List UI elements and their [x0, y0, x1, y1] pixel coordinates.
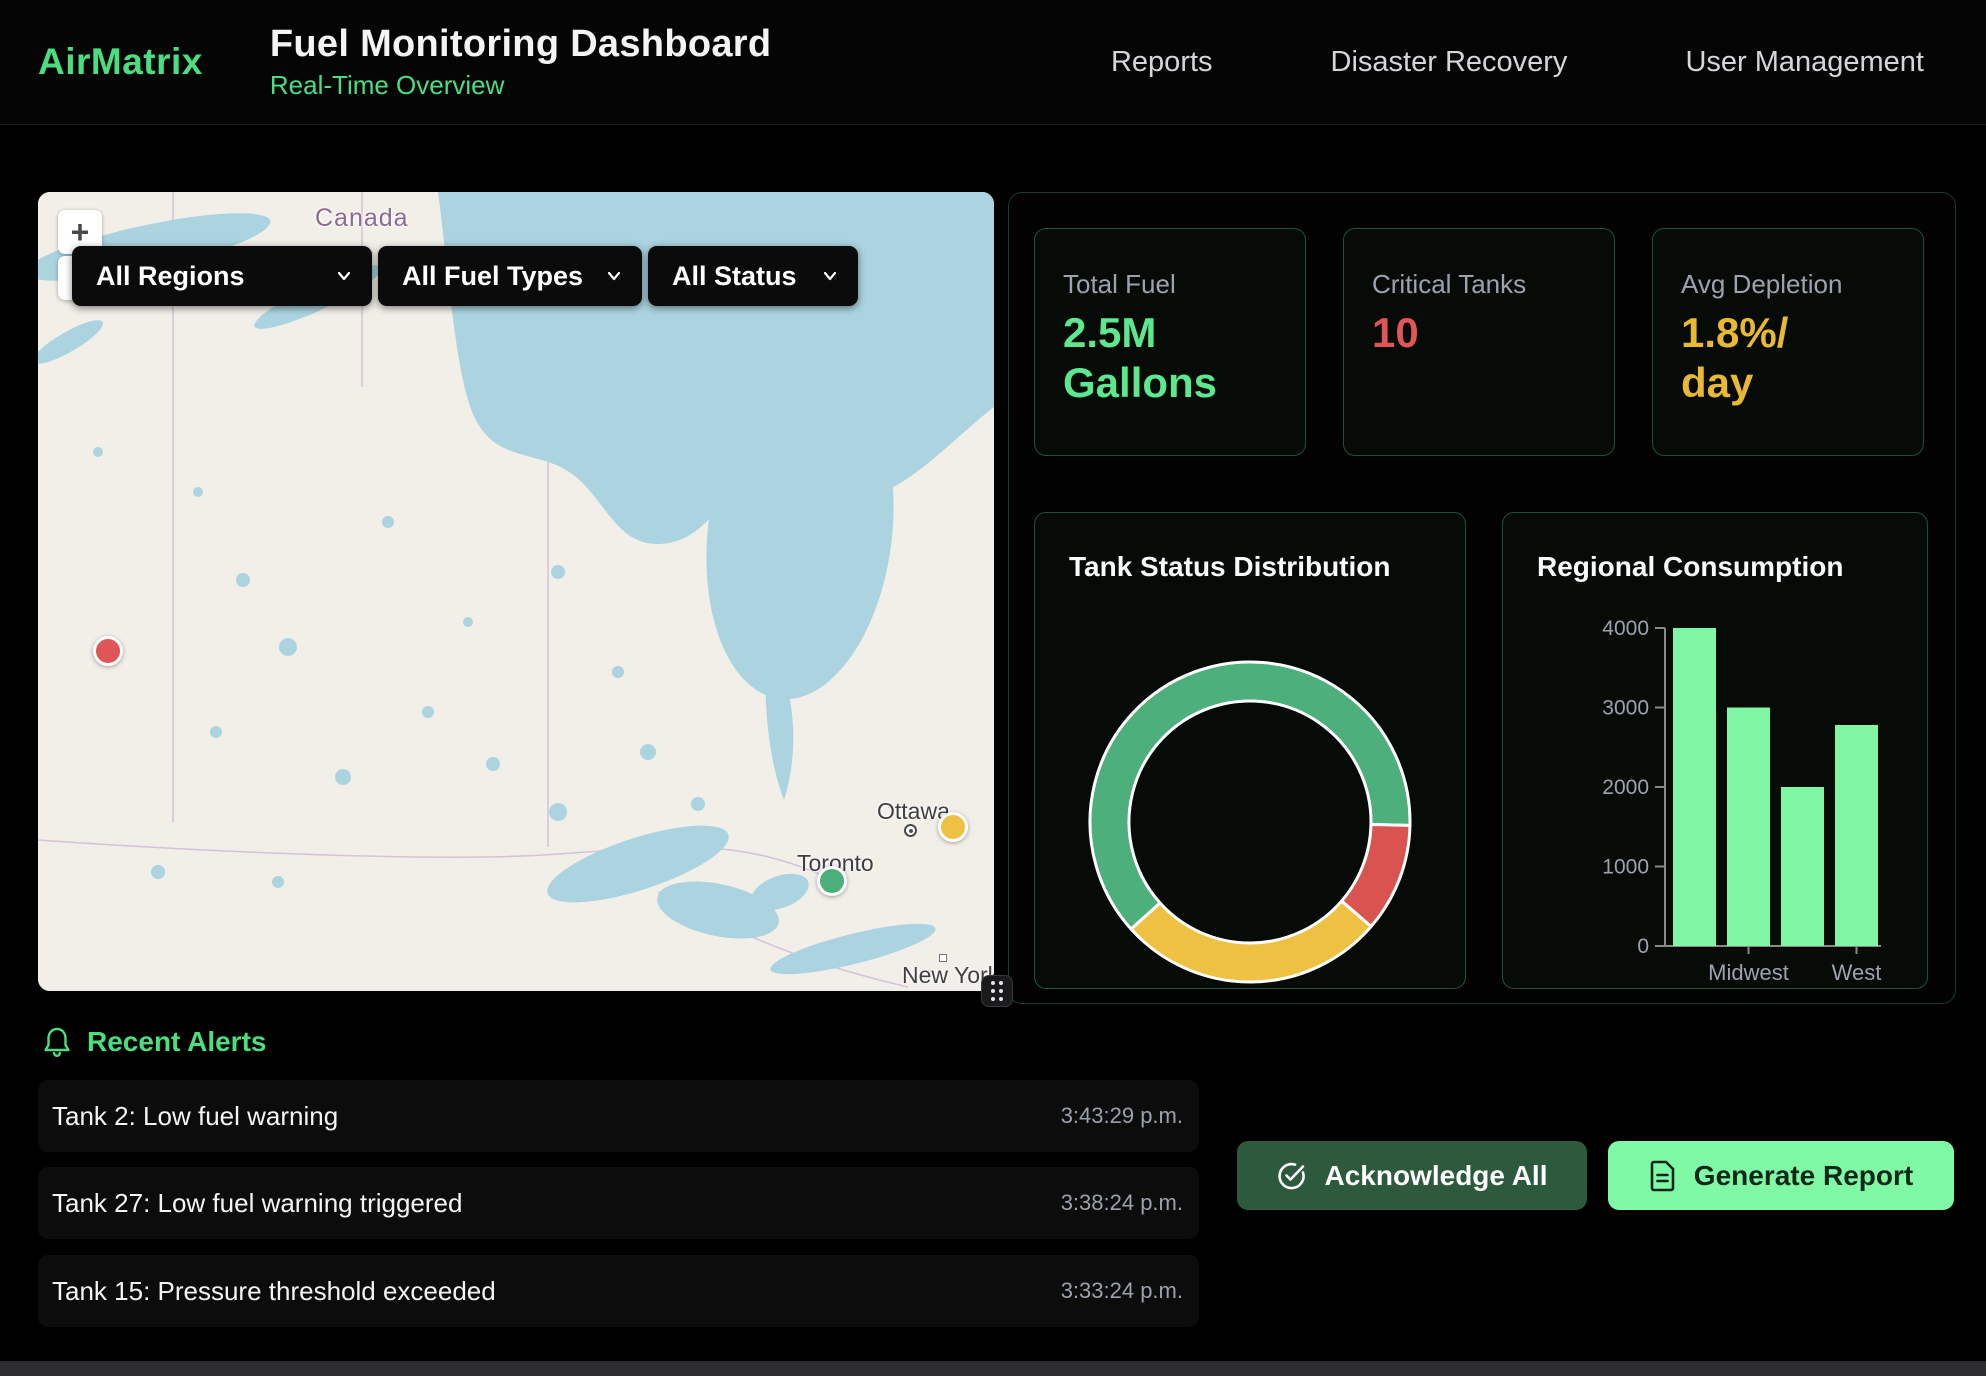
alert-row: Tank 15: Pressure threshold exceeded 3:3… — [38, 1255, 1199, 1327]
bar-chart: 0 1000 2000 3000 4000 Midwest West — [1503, 513, 1928, 989]
nav-reports[interactable]: Reports — [1111, 46, 1213, 79]
map-filter-bar: All Regions All Fuel Types All Status — [72, 246, 858, 306]
title-block: Fuel Monitoring Dashboard Real-Time Over… — [270, 23, 771, 101]
stat-value: 2.5MGallons — [1063, 308, 1305, 407]
stat-card-total-fuel: Total Fuel 2.5MGallons — [1034, 228, 1306, 456]
resize-handle[interactable] — [981, 975, 1013, 1007]
stat-card-critical-tanks: Critical Tanks 10 — [1343, 228, 1615, 456]
stat-value: 10 — [1372, 308, 1614, 358]
alert-row: Tank 2: Low fuel warning 3:43:29 p.m. — [38, 1080, 1199, 1152]
page-subtitle: Real-Time Overview — [270, 70, 771, 101]
svg-text:Midwest: Midwest — [1708, 960, 1789, 985]
generate-report-label: Generate Report — [1694, 1160, 1913, 1192]
alerts-title: Recent Alerts — [87, 1026, 266, 1058]
bottom-scrollbar[interactable] — [0, 1361, 1986, 1376]
chart-title: Regional Consumption — [1537, 551, 1843, 583]
chevron-down-icon — [606, 268, 622, 284]
bell-icon — [42, 1026, 72, 1058]
donut-chart — [1083, 655, 1417, 989]
tank-marker-warning[interactable] — [938, 812, 968, 842]
map-label-canada: Canada — [315, 204, 409, 233]
tank-status-chart-card: Tank Status Distribution — [1034, 512, 1466, 989]
svg-text:3000: 3000 — [1602, 697, 1649, 720]
document-icon — [1649, 1160, 1677, 1192]
acknowledge-all-button[interactable]: Acknowledge All — [1237, 1141, 1587, 1210]
map-panel: Canada Ottawa Toronto New York + − All R… — [38, 192, 994, 991]
alert-time: 3:38:24 p.m. — [1061, 1190, 1183, 1216]
tank-marker-normal[interactable] — [817, 866, 847, 896]
alert-row: Tank 27: Low fuel warning triggered 3:38… — [38, 1167, 1199, 1239]
main-nav: Reports Disaster Recovery User Managemen… — [1111, 46, 1986, 79]
brand-logo[interactable]: AirMatrix — [38, 41, 203, 83]
stat-value: 1.8%/day — [1681, 308, 1923, 407]
stat-label: Avg Depletion — [1681, 269, 1923, 300]
chevron-down-icon — [336, 268, 352, 284]
fuel-type-filter-dropdown[interactable]: All Fuel Types — [378, 246, 642, 306]
alert-text: Tank 15: Pressure threshold exceeded — [52, 1276, 496, 1307]
tank-marker-critical[interactable] — [93, 636, 123, 666]
alerts-header: Recent Alerts — [42, 1026, 266, 1058]
stat-card-avg-depletion: Avg Depletion 1.8%/day — [1652, 228, 1924, 456]
stat-cards-row: Total Fuel 2.5MGallons Critical Tanks 10… — [1034, 228, 1955, 456]
charts-row: Tank Status Distribution Regional Consum… — [1034, 512, 1955, 989]
alert-time: 3:43:29 p.m. — [1061, 1103, 1183, 1129]
status-filter-value: All Status — [672, 261, 797, 292]
svg-text:West: West — [1832, 960, 1882, 985]
alert-time: 3:33:24 p.m. — [1061, 1278, 1183, 1304]
stat-label: Total Fuel — [1063, 269, 1305, 300]
status-filter-dropdown[interactable]: All Status — [648, 246, 858, 306]
region-filter-dropdown[interactable]: All Regions — [72, 246, 372, 306]
stats-panel: Total Fuel 2.5MGallons Critical Tanks 10… — [1008, 192, 1956, 1004]
town-dot-icon — [904, 824, 917, 837]
app-header: AirMatrix Fuel Monitoring Dashboard Real… — [0, 0, 1986, 125]
svg-text:4000: 4000 — [1602, 617, 1649, 640]
alert-text: Tank 27: Low fuel warning triggered — [52, 1188, 462, 1219]
nav-disaster-recovery[interactable]: Disaster Recovery — [1331, 46, 1568, 79]
town-square-icon — [939, 954, 947, 962]
chevron-down-icon — [822, 268, 838, 284]
regional-consumption-chart-card: Regional Consumption 0 1000 2000 3000 4000 Mi… — [1502, 512, 1928, 989]
svg-text:1000: 1000 — [1602, 856, 1649, 879]
chart-title: Tank Status Distribution — [1069, 551, 1391, 583]
page-title: Fuel Monitoring Dashboard — [270, 23, 771, 66]
dashboard-page: AirMatrix Fuel Monitoring Dashboard Real… — [0, 0, 1986, 1376]
nav-user-management[interactable]: User Management — [1685, 46, 1924, 79]
stat-label: Critical Tanks — [1372, 269, 1614, 300]
fuel-type-filter-value: All Fuel Types — [402, 261, 583, 292]
svg-text:0: 0 — [1637, 935, 1649, 958]
acknowledge-all-label: Acknowledge All — [1324, 1160, 1547, 1192]
alert-text: Tank 2: Low fuel warning — [52, 1101, 338, 1132]
svg-text:2000: 2000 — [1602, 776, 1649, 799]
generate-report-button[interactable]: Generate Report — [1608, 1141, 1954, 1210]
check-circle-icon — [1276, 1160, 1307, 1191]
region-filter-value: All Regions — [96, 261, 245, 292]
